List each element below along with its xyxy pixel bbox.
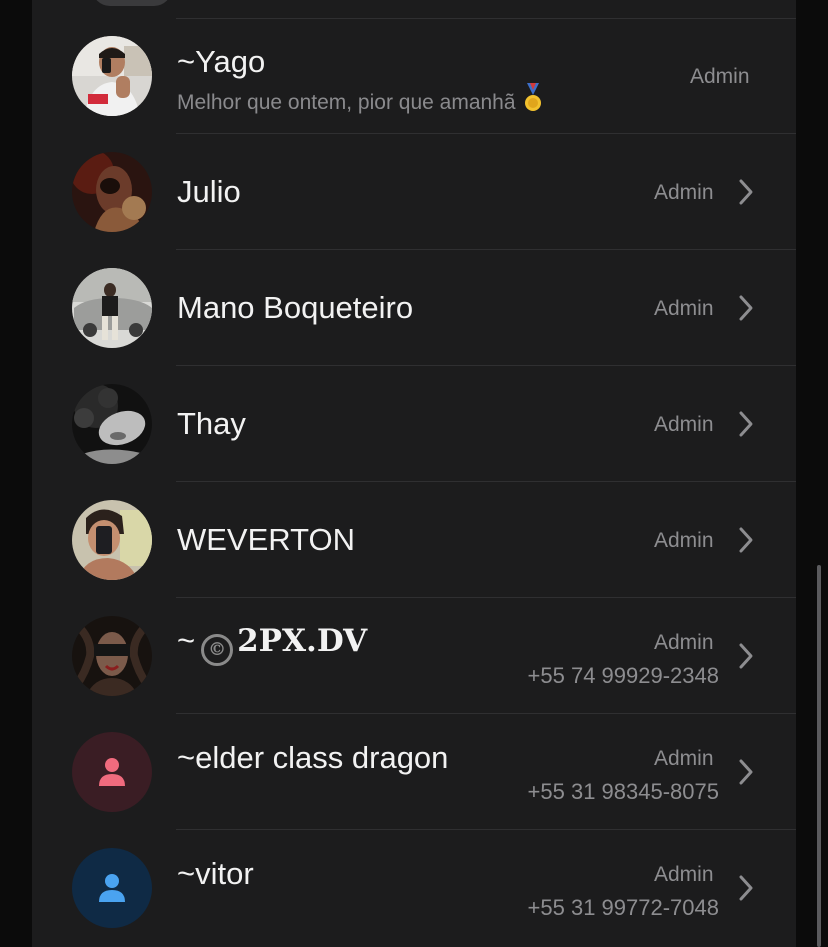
avatar — [72, 500, 152, 580]
member-name: ~vitor — [177, 856, 254, 891]
member-name: WEVERTON — [177, 522, 355, 557]
role-badge: Admin — [654, 181, 714, 204]
member-row-elder-class-dragon[interactable]: ~elder class dragon Admin +55 31 98345-8… — [32, 714, 796, 830]
avatar — [72, 268, 152, 348]
member-name: Julio — [177, 174, 241, 209]
group-members-list: ~Yago Melhor que ontem, pior que amanhã … — [32, 0, 796, 947]
member-row-vitor[interactable]: ~vitor Admin +55 31 99772-7048 — [32, 830, 796, 946]
member-row-julio[interactable]: Julio Admin — [32, 134, 796, 250]
member-name: ~elder class dragon — [177, 740, 449, 775]
chevron-right-icon[interactable] — [737, 294, 755, 322]
avatar — [72, 848, 152, 928]
chevron-right-icon[interactable] — [737, 410, 755, 438]
member-name: ~ © 2PX.DV — [177, 623, 367, 666]
role-badge: Admin — [654, 747, 714, 770]
phone-number: +55 74 99929-2348 — [527, 663, 719, 688]
role-badge: Admin — [654, 413, 714, 436]
role-badge: Admin — [654, 863, 714, 886]
avatar — [72, 152, 152, 232]
avatar — [72, 732, 152, 812]
role-badge: Admin — [654, 631, 714, 654]
role-badge: Admin — [690, 65, 750, 88]
member-row-weverton[interactable]: WEVERTON Admin — [32, 482, 796, 598]
person-icon — [99, 758, 125, 786]
chevron-right-icon[interactable] — [737, 178, 755, 206]
member-name: Thay — [177, 406, 246, 441]
member-row-yago[interactable]: ~Yago Melhor que ontem, pior que amanhã … — [32, 18, 796, 134]
member-row-mano-boqueteiro[interactable]: Mano Boqueteiro Admin — [32, 250, 796, 366]
member-name: Mano Boqueteiro — [177, 290, 414, 325]
person-icon — [99, 874, 125, 902]
chevron-right-icon[interactable] — [737, 874, 755, 902]
phone-number: +55 31 99772-7048 — [527, 895, 719, 920]
phone-number: +55 31 98345-8075 — [527, 779, 719, 804]
scrollbar[interactable] — [817, 565, 821, 947]
avatar — [72, 384, 152, 464]
medal-icon — [522, 83, 544, 119]
avatar — [72, 616, 152, 696]
chevron-right-icon[interactable] — [737, 526, 755, 554]
member-row-2px-dv[interactable]: ~ © 2PX.DV Admin +55 74 99929-2348 — [32, 598, 796, 714]
member-name: ~Yago — [177, 44, 266, 79]
role-badge: Admin — [654, 297, 714, 320]
member-row-thay[interactable]: Thay Admin — [32, 366, 796, 482]
avatar — [72, 36, 152, 116]
chevron-right-icon[interactable] — [737, 758, 755, 786]
chevron-right-icon[interactable] — [737, 642, 755, 670]
previous-row-avatar — [92, 0, 172, 6]
role-badge: Admin — [654, 529, 714, 552]
copyright-symbol: © — [201, 634, 234, 666]
member-status: Melhor que ontem, pior que amanhã — [177, 83, 544, 119]
